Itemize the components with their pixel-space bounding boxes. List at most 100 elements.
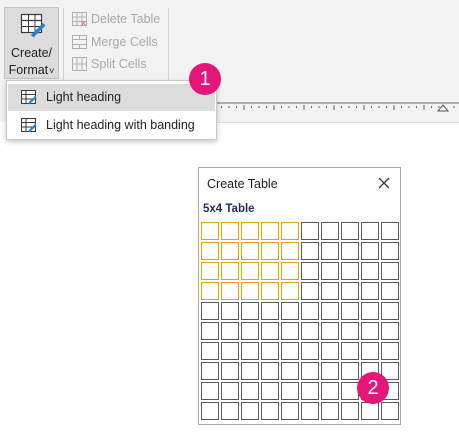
grid-cell[interactable]: [321, 242, 339, 260]
grid-cell[interactable]: [201, 302, 219, 320]
grid-cell[interactable]: [201, 242, 219, 260]
grid-cell[interactable]: [261, 222, 279, 240]
grid-cell[interactable]: [361, 402, 379, 420]
grid-cell[interactable]: [281, 322, 299, 340]
grid-cell[interactable]: [381, 242, 399, 260]
grid-cell[interactable]: [321, 402, 339, 420]
grid-cell[interactable]: [381, 282, 399, 300]
grid-cell[interactable]: [201, 262, 219, 280]
grid-cell[interactable]: [261, 402, 279, 420]
grid-cell[interactable]: [261, 262, 279, 280]
grid-cell[interactable]: [381, 222, 399, 240]
grid-cell[interactable]: [341, 222, 359, 240]
grid-cell[interactable]: [361, 302, 379, 320]
grid-cell[interactable]: [321, 282, 339, 300]
grid-cell[interactable]: [241, 242, 259, 260]
grid-cell[interactable]: [241, 302, 259, 320]
grid-cell[interactable]: [321, 262, 339, 280]
grid-cell[interactable]: [301, 222, 319, 240]
grid-cell[interactable]: [241, 322, 259, 340]
grid-cell[interactable]: [341, 362, 359, 380]
grid-cell[interactable]: [221, 282, 239, 300]
grid-cell[interactable]: [341, 282, 359, 300]
grid-cell[interactable]: [361, 222, 379, 240]
grid-cell[interactable]: [221, 382, 239, 400]
grid-cell[interactable]: [221, 342, 239, 360]
grid-cell[interactable]: [321, 362, 339, 380]
grid-cell[interactable]: [301, 342, 319, 360]
grid-cell[interactable]: [381, 342, 399, 360]
grid-cell[interactable]: [281, 342, 299, 360]
grid-cell[interactable]: [241, 282, 259, 300]
grid-cell[interactable]: [321, 222, 339, 240]
grid-cell[interactable]: [241, 362, 259, 380]
grid-cell[interactable]: [221, 302, 239, 320]
menu-item-light-heading[interactable]: Light heading: [8, 84, 215, 111]
grid-cell[interactable]: [281, 302, 299, 320]
grid-cell[interactable]: [261, 342, 279, 360]
grid-cell[interactable]: [261, 242, 279, 260]
grid-cell[interactable]: [261, 322, 279, 340]
grid-cell[interactable]: [261, 302, 279, 320]
grid-cell[interactable]: [221, 222, 239, 240]
grid-cell[interactable]: [201, 362, 219, 380]
grid-cell[interactable]: [301, 362, 319, 380]
grid-cell[interactable]: [241, 382, 259, 400]
grid-cell[interactable]: [281, 362, 299, 380]
horizontal-ruler[interactable]: [210, 100, 459, 123]
grid-cell[interactable]: [241, 402, 259, 420]
grid-cell[interactable]: [341, 322, 359, 340]
grid-cell[interactable]: [281, 282, 299, 300]
grid-cell[interactable]: [241, 262, 259, 280]
grid-cell[interactable]: [281, 222, 299, 240]
grid-cell[interactable]: [381, 322, 399, 340]
grid-cell[interactable]: [361, 342, 379, 360]
grid-cell[interactable]: [201, 282, 219, 300]
grid-cell[interactable]: [361, 322, 379, 340]
grid-cell[interactable]: [221, 362, 239, 380]
grid-cell[interactable]: [341, 302, 359, 320]
grid-cell[interactable]: [301, 382, 319, 400]
grid-cell[interactable]: [221, 402, 239, 420]
grid-cell[interactable]: [201, 322, 219, 340]
grid-cell[interactable]: [281, 402, 299, 420]
grid-cell[interactable]: [321, 302, 339, 320]
grid-cell[interactable]: [301, 262, 319, 280]
grid-cell[interactable]: [361, 242, 379, 260]
grid-cell[interactable]: [321, 322, 339, 340]
grid-cell[interactable]: [201, 402, 219, 420]
grid-cell[interactable]: [321, 382, 339, 400]
create-format-button[interactable]: Create/ Format˅: [4, 7, 59, 79]
grid-cell[interactable]: [301, 302, 319, 320]
grid-cell[interactable]: [221, 262, 239, 280]
grid-cell[interactable]: [301, 322, 319, 340]
grid-cell[interactable]: [381, 262, 399, 280]
grid-cell[interactable]: [221, 242, 239, 260]
grid-cell[interactable]: [221, 322, 239, 340]
grid-cell[interactable]: [301, 402, 319, 420]
grid-cell[interactable]: [301, 282, 319, 300]
grid-cell[interactable]: [261, 362, 279, 380]
grid-cell[interactable]: [381, 402, 399, 420]
grid-cell[interactable]: [261, 282, 279, 300]
grid-cell[interactable]: [341, 242, 359, 260]
close-icon[interactable]: [377, 176, 391, 190]
grid-cell[interactable]: [201, 342, 219, 360]
grid-cell[interactable]: [341, 262, 359, 280]
grid-cell[interactable]: [201, 222, 219, 240]
grid-cell[interactable]: [281, 262, 299, 280]
grid-cell[interactable]: [281, 242, 299, 260]
menu-item-light-heading-with-banding[interactable]: Light heading with banding: [8, 112, 215, 139]
grid-cell[interactable]: [381, 302, 399, 320]
grid-cell[interactable]: [261, 382, 279, 400]
grid-cell[interactable]: [341, 402, 359, 420]
grid-cell[interactable]: [281, 382, 299, 400]
grid-cell[interactable]: [241, 222, 259, 240]
grid-cell[interactable]: [361, 282, 379, 300]
grid-cell[interactable]: [301, 242, 319, 260]
grid-cell[interactable]: [341, 342, 359, 360]
grid-cell[interactable]: [321, 342, 339, 360]
grid-cell[interactable]: [361, 262, 379, 280]
grid-cell[interactable]: [201, 382, 219, 400]
grid-cell[interactable]: [241, 342, 259, 360]
